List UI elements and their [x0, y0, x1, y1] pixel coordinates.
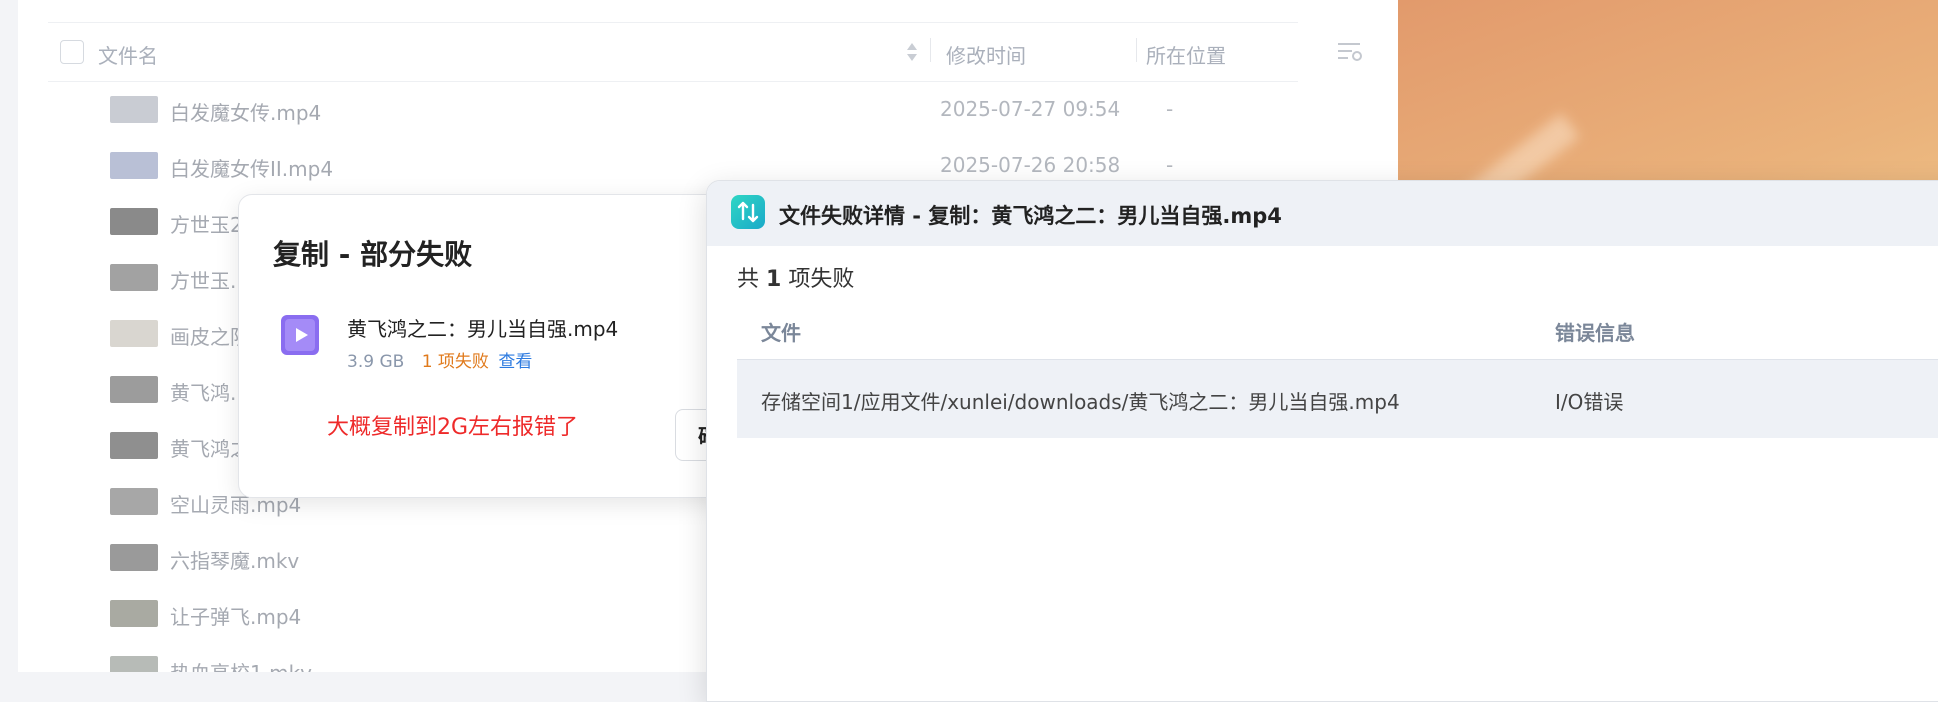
video-thumbnail — [110, 656, 158, 672]
table-row[interactable]: 存储空间1/应用文件/xunlei/downloads/黄飞鸿之二：男儿当自强.… — [737, 359, 1938, 438]
video-thumbnail — [110, 96, 158, 123]
video-thumbnail — [110, 488, 158, 515]
file-name: 白发魔女传.mp4 — [170, 101, 322, 125]
count-number: 1 — [766, 267, 782, 292]
column-header-file: 文件 — [761, 321, 801, 345]
video-thumbnail — [110, 376, 158, 403]
dialog-title: 文件失败详情 - 复制：黄飞鸿之二：男儿当自强.mp4 — [779, 204, 1282, 228]
column-settings-icon[interactable] — [1336, 40, 1364, 64]
video-file-icon — [281, 315, 319, 355]
failure-table-header: 文件 错误信息 — [737, 303, 1938, 357]
video-thumbnail — [110, 600, 158, 627]
video-thumbnail — [110, 208, 158, 235]
copy-partial-failure-dialog: 复制 - 部分失败 黄飞鸿之二：男儿当自强.mp4 3.9 GB 1 项失败 查… — [238, 194, 765, 498]
column-header-name[interactable]: 文件名 — [98, 40, 158, 69]
column-separator — [930, 38, 931, 62]
column-separator — [1136, 38, 1137, 62]
file-name: 热血高校1.mkv — [170, 657, 312, 672]
column-header-location[interactable]: 所在位置 — [1146, 40, 1226, 69]
file-row[interactable]: 白发魔女传.mp4 2025-07-27 09:54 - — [92, 92, 1292, 128]
failure-count-summary: 共 1 项失败 — [737, 261, 854, 293]
select-all-checkbox[interactable] — [60, 40, 84, 64]
count-prefix: 共 — [737, 267, 760, 292]
file-list-header — [48, 22, 1298, 82]
file-name: 六指琴魔.mkv — [170, 549, 300, 573]
file-meta: 3.9 GB 1 项失败 查看 — [347, 347, 532, 372]
file-row[interactable]: 白发魔女传II.mp4 2025-07-26 20:58 - — [92, 148, 1292, 184]
video-thumbnail — [110, 264, 158, 291]
sort-icon[interactable] — [906, 40, 918, 64]
dialog-title: 复制 - 部分失败 — [273, 238, 473, 271]
column-header-modified[interactable]: 修改时间 — [946, 40, 1026, 69]
column-header-error: 错误信息 — [1555, 321, 1635, 345]
file-location: - — [1166, 97, 1174, 121]
file-name: 白发魔女传II.mp4 — [170, 157, 334, 181]
failure-details-dialog: 文件失败详情 - 复制：黄飞鸿之二：男儿当自强.mp4 共 1 项失败 文件 错… — [706, 180, 1938, 702]
failed-file-name: 黄飞鸿之二：男儿当自强.mp4 — [347, 317, 619, 341]
video-thumbnail — [110, 432, 158, 459]
video-thumbnail — [110, 152, 158, 179]
file-location: - — [1166, 153, 1174, 177]
user-annotation-note: 大概复制到2G左右报错了 — [327, 415, 579, 440]
error-message: I/O错误 — [1555, 390, 1624, 414]
file-size: 3.9 GB — [347, 352, 405, 372]
file-modified: 2025-07-27 09:54 — [940, 97, 1121, 121]
count-suffix: 项失败 — [788, 267, 855, 292]
dialog-titlebar[interactable]: 文件失败详情 - 复制：黄飞鸿之二：男儿当自强.mp4 — [707, 181, 1938, 246]
transfer-app-icon — [731, 195, 765, 229]
view-details-link[interactable]: 查看 — [498, 352, 532, 372]
video-thumbnail — [110, 320, 158, 347]
failed-file-path: 存储空间1/应用文件/xunlei/downloads/黄飞鸿之二：男儿当自强.… — [761, 390, 1400, 414]
video-thumbnail — [110, 544, 158, 571]
file-name: 让子弹飞.mp4 — [170, 605, 302, 629]
failed-count: 1 项失败 — [421, 352, 489, 372]
file-modified: 2025-07-26 20:58 — [940, 153, 1121, 177]
